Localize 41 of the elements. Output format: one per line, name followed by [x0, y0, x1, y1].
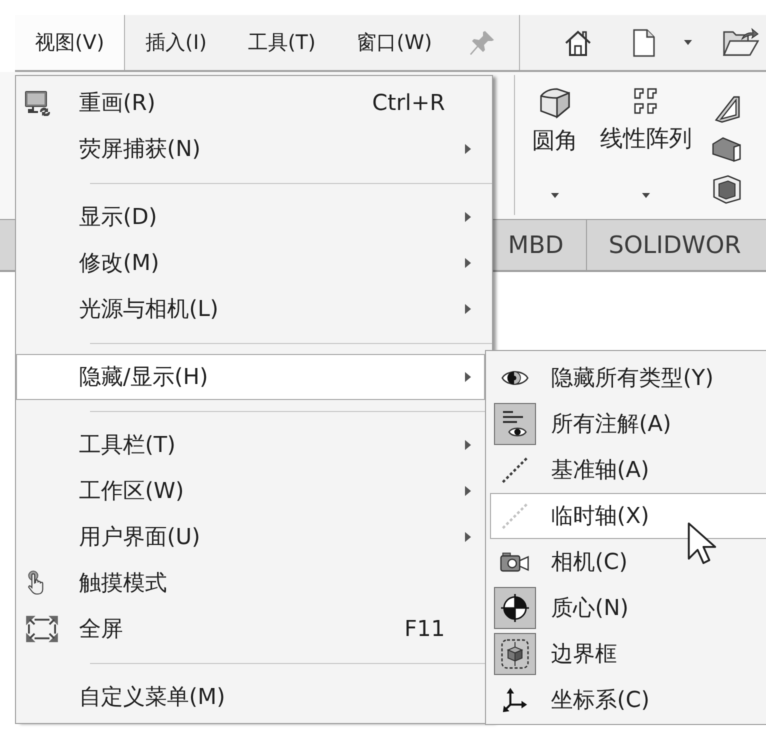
- menu-item[interactable]: 基准轴(A): [490, 447, 766, 493]
- menu-bar-item[interactable]: 窗口(W): [336, 15, 454, 70]
- rounded-cube-icon: [538, 87, 572, 119]
- menu-bar-item[interactable]: 插入(I): [125, 15, 228, 70]
- monitor-refresh-icon: [25, 90, 51, 116]
- menu-item[interactable]: 全屏 F11: [16, 606, 485, 652]
- menu-item[interactable]: 工具栏(T): [16, 422, 485, 468]
- menu-item[interactable]: 隐藏/显示(H): [16, 354, 485, 400]
- menu-item[interactable]: 光源与相机(L): [16, 286, 485, 332]
- ribbon-button[interactable]: 线性阵列: [596, 72, 696, 219]
- tab[interactable]: SOLIDWOR: [586, 220, 742, 270]
- home-icon[interactable]: [564, 28, 592, 56]
- menu-item[interactable]: 所有注解(A): [490, 401, 766, 447]
- document-icon[interactable]: [633, 28, 656, 56]
- menu-bar-item[interactable]: 工具(T): [228, 15, 337, 70]
- menu-item[interactable]: 触摸模式: [16, 560, 485, 606]
- chamfered-block-icon[interactable]: [712, 136, 742, 162]
- menu-item[interactable]: 自定义菜单(M): [16, 674, 485, 720]
- menu-item[interactable]: 质心(N): [490, 585, 766, 631]
- hollow-box-icon[interactable]: [712, 174, 742, 204]
- menu-bar-item[interactable]: 视图(V): [15, 15, 126, 70]
- expand-arrows-icon: [25, 615, 59, 643]
- menu-item[interactable]: 用户界面(U): [16, 514, 485, 560]
- menu-item[interactable]: 工作区(W): [16, 468, 485, 514]
- angled-plate-icon[interactable]: [712, 94, 742, 124]
- menu-item[interactable]: 边界框: [490, 631, 766, 677]
- menu-item[interactable]: 荧屏捕获(N): [16, 126, 485, 172]
- menu-item[interactable]: 显示(D): [16, 194, 485, 240]
- menu-item[interactable]: 修改(M): [16, 240, 485, 286]
- menu-item[interactable]: 坐标系(C): [490, 677, 766, 723]
- tab[interactable]: MBD: [496, 220, 586, 270]
- menu-item[interactable]: 重画(R) Ctrl+R: [16, 80, 485, 126]
- mouse-pointer-icon: [687, 522, 717, 566]
- menu-item[interactable]: 相机(C): [490, 539, 766, 585]
- ribbon-button[interactable]: 圆角: [528, 72, 582, 219]
- menu-item[interactable]: 隐藏所有类型(Y): [490, 355, 766, 401]
- keyboard-shortcut: Ctrl+R: [372, 90, 445, 116]
- folder-arrow-icon[interactable]: [723, 28, 760, 58]
- caret-icon[interactable]: [684, 40, 692, 45]
- menu-item[interactable]: 临时轴(X): [490, 493, 766, 539]
- keyboard-shortcut: F11: [404, 616, 445, 642]
